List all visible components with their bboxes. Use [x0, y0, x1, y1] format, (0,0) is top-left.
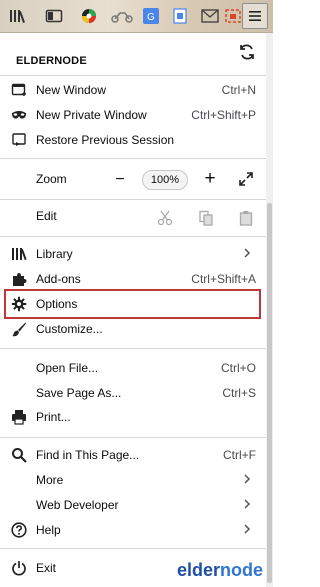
- menu-item-addons[interactable]: Add-ons Ctrl+Shift+A: [0, 267, 266, 291]
- translate-icon[interactable]: G: [141, 6, 161, 26]
- library-icon[interactable]: [8, 6, 28, 26]
- watermark-text-a: elder: [176, 560, 220, 580]
- zoom-in-button[interactable]: +: [201, 168, 219, 190]
- menu-item-label: New Window: [36, 83, 107, 97]
- menu-item-label: More: [36, 473, 64, 487]
- menu-item-label: Find in This Page...: [36, 448, 140, 462]
- menu-item-save-page[interactable]: Save Page As... Ctrl+S: [0, 381, 266, 405]
- menu-scrollbar[interactable]: [266, 33, 273, 587]
- menu-item-label: Library: [36, 247, 73, 261]
- zoom-reset-button[interactable]: 100%: [142, 170, 188, 190]
- account-title[interactable]: ELDERNODE: [16, 55, 87, 67]
- watermark-text-b: node: [220, 560, 263, 580]
- zoom-controls: − 100% +: [0, 168, 266, 190]
- copy-icon[interactable]: [198, 210, 214, 226]
- menu-item-web-developer[interactable]: Web Developer: [0, 493, 266, 517]
- restore-session-icon: [11, 132, 27, 148]
- zoom-out-button[interactable]: −: [112, 170, 128, 190]
- separator: [0, 75, 266, 76]
- menu-item-label: Exit: [36, 561, 57, 575]
- paintbrush-icon: [11, 321, 27, 337]
- menu-item-label: Customize...: [36, 322, 103, 336]
- menu-item-label: Save Page As...: [36, 386, 122, 400]
- menu-item-print[interactable]: Print...: [0, 405, 266, 429]
- menu-item-customize[interactable]: Customize...: [0, 317, 266, 341]
- menu-item-shortcut: Ctrl+Shift+P: [191, 108, 256, 122]
- private-mask-icon: [11, 107, 27, 123]
- library-icon: [11, 246, 27, 262]
- menu-item-new-window[interactable]: New Window Ctrl+N: [0, 78, 266, 102]
- menu-item-label: Open File...: [36, 361, 99, 375]
- menu-item-new-private-window[interactable]: New Private Window Ctrl+Shift+P: [0, 103, 266, 127]
- help-icon: [11, 522, 27, 538]
- menu-item-more[interactable]: More: [0, 468, 266, 492]
- menu-item-label: Add-ons: [36, 272, 81, 286]
- separator: [0, 158, 266, 159]
- separator: [0, 236, 266, 237]
- chevron-right-icon: [242, 246, 254, 262]
- cut-icon[interactable]: [157, 210, 173, 226]
- power-icon: [11, 560, 27, 576]
- options-highlight-box: [4, 289, 261, 319]
- menu-item-shortcut: Ctrl+Shift+A: [191, 272, 256, 286]
- menu-item-label: Help: [36, 523, 61, 537]
- separator: [0, 199, 266, 200]
- menu-item-shortcut: Ctrl+O: [220, 361, 256, 375]
- search-icon: [11, 447, 27, 463]
- menu-item-restore-session[interactable]: Restore Previous Session: [0, 128, 266, 152]
- separator: [0, 437, 266, 438]
- menu-item-open-file[interactable]: Open File... Ctrl+O: [0, 356, 266, 380]
- color-wheel-icon[interactable]: [79, 6, 99, 26]
- tab-icon[interactable]: [170, 6, 190, 26]
- svg-text:G: G: [147, 12, 155, 23]
- printer-icon: [11, 409, 27, 425]
- menu-item-help[interactable]: Help: [0, 518, 266, 542]
- chevron-right-icon: [242, 522, 254, 538]
- motorcycle-icon[interactable]: [110, 6, 134, 26]
- fullscreen-icon[interactable]: [238, 171, 254, 187]
- separator: [0, 348, 266, 349]
- screenshot-icon[interactable]: [223, 6, 243, 26]
- paste-icon[interactable]: [238, 210, 254, 226]
- separator: [0, 548, 266, 549]
- sidebar-icon[interactable]: [44, 6, 64, 26]
- menu-item-label: Restore Previous Session: [36, 133, 175, 147]
- mail-icon[interactable]: [200, 6, 220, 26]
- new-window-icon: [11, 82, 27, 98]
- menu-item-label: Web Developer: [36, 498, 119, 512]
- chevron-right-icon: [242, 497, 254, 513]
- scrollbar-thumb[interactable]: [267, 203, 272, 583]
- menu-item-library[interactable]: Library: [0, 242, 266, 266]
- browser-toolbar: G: [0, 0, 273, 33]
- sync-icon[interactable]: [238, 43, 258, 63]
- menu-item-label: New Private Window: [36, 108, 147, 122]
- menu-item-shortcut: Ctrl+N: [221, 83, 256, 97]
- menu-item-shortcut: Ctrl+S: [222, 386, 256, 400]
- hamburger-menu-icon[interactable]: [242, 3, 268, 29]
- menu-item-shortcut: Ctrl+F: [223, 448, 256, 462]
- edit-label: Edit: [36, 209, 57, 223]
- menu-item-find[interactable]: Find in This Page... Ctrl+F: [0, 443, 266, 467]
- eldernode-watermark: eldernode: [177, 560, 263, 581]
- menu-item-label: Print...: [36, 410, 71, 424]
- chevron-right-icon: [242, 472, 254, 488]
- menu-item-edit: Edit: [0, 204, 266, 228]
- puzzle-piece-icon: [11, 271, 27, 287]
